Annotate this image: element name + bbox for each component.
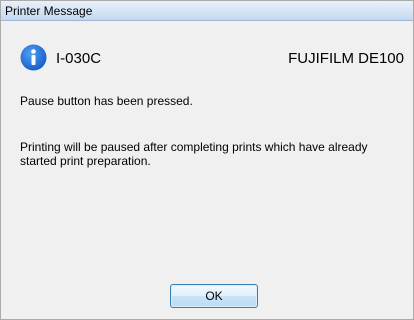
printer-message-dialog: Printer Message I-030C FUJIFILM DE100 Pa… xyxy=(0,0,414,320)
info-icon xyxy=(20,44,47,71)
message-code: I-030C xyxy=(56,50,102,67)
title-bar[interactable]: Printer Message xyxy=(1,1,413,21)
printer-model: FUJIFILM DE100 xyxy=(288,50,404,67)
message-line-2: Printing will be paused after completing… xyxy=(20,140,368,168)
window-title: Printer Message xyxy=(5,4,93,18)
ok-button[interactable]: OK xyxy=(170,284,258,308)
message-line-1: Pause button has been pressed. xyxy=(20,94,193,108)
